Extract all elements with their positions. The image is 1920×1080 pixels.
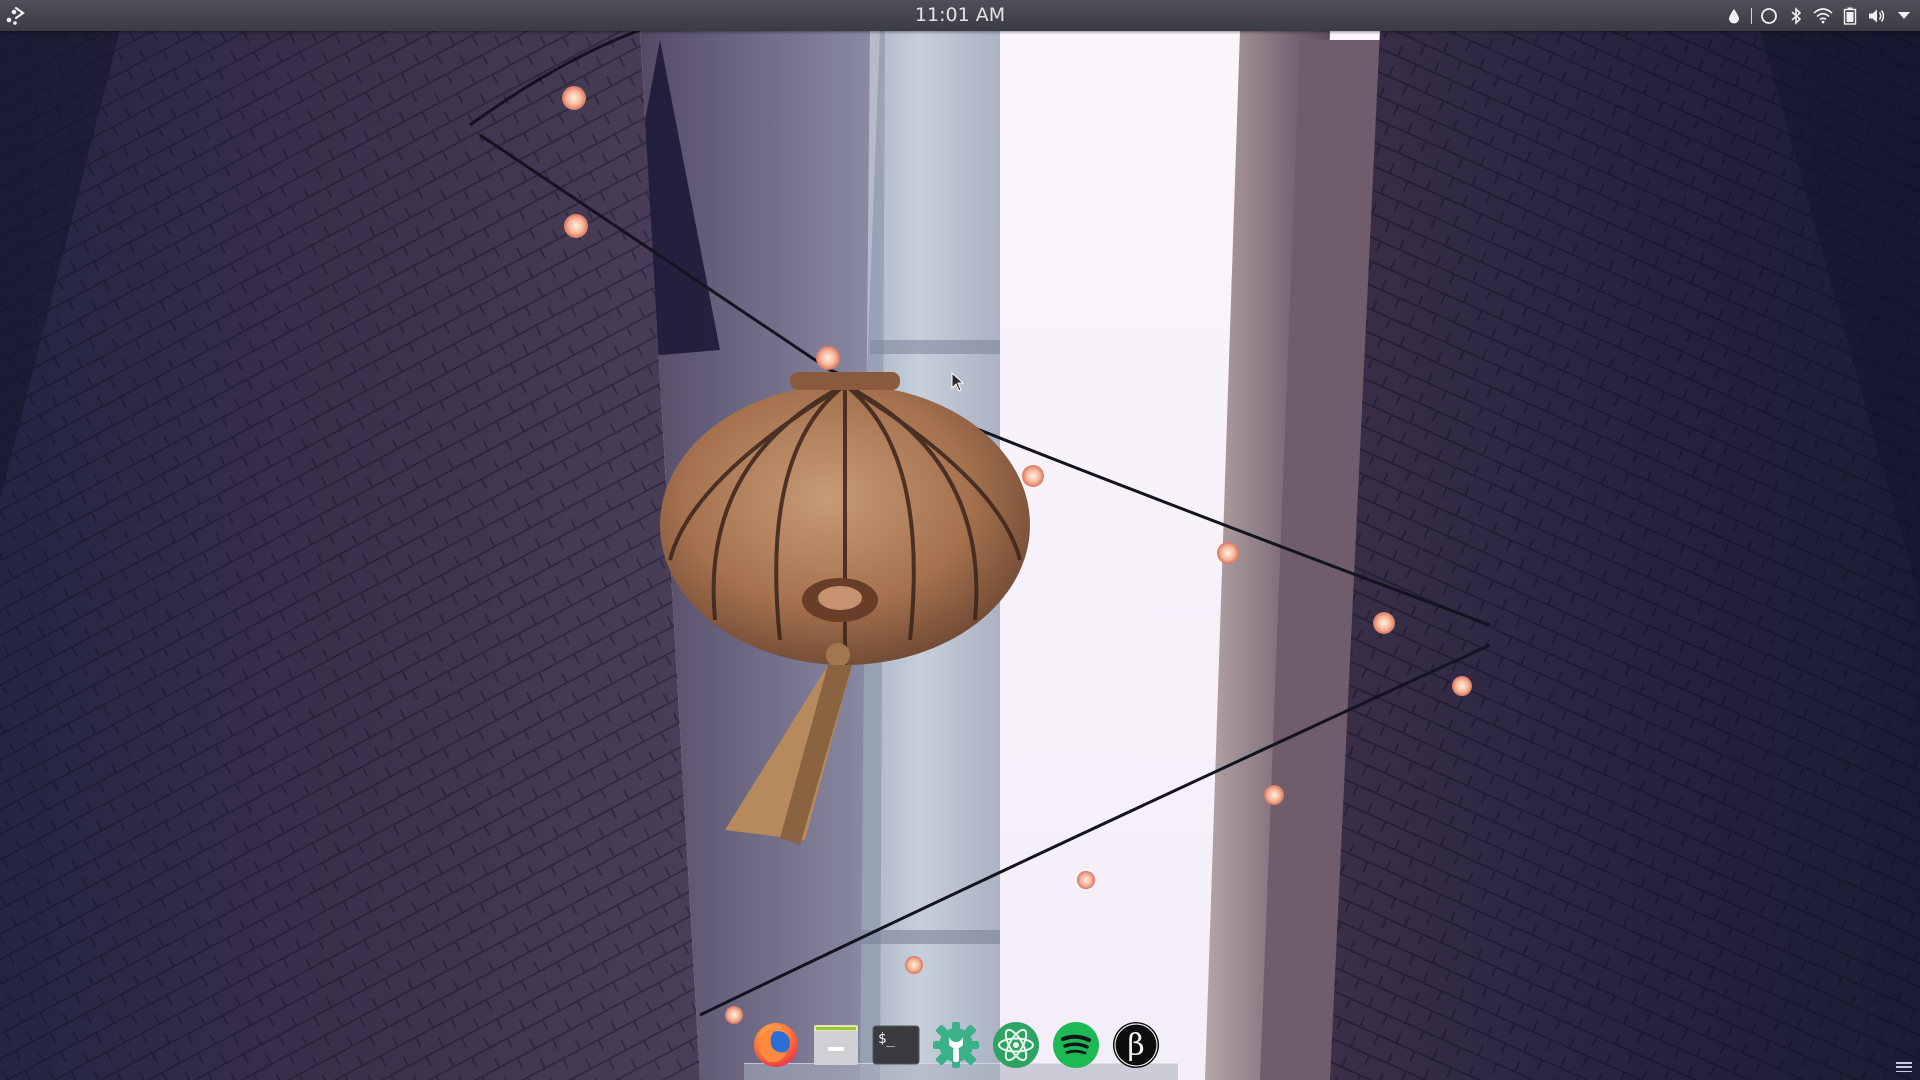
svg-text:$_: $_ bbox=[878, 1031, 895, 1047]
file-manager-icon bbox=[814, 1025, 858, 1065]
bluetooth-icon[interactable] bbox=[1786, 6, 1806, 26]
dock-item-terminal[interactable]: $_ bbox=[870, 1019, 922, 1071]
volume-icon[interactable] bbox=[1867, 6, 1887, 26]
droplet-icon[interactable] bbox=[1724, 6, 1744, 26]
panel-clock[interactable]: 11:01 AM bbox=[860, 0, 1060, 31]
system-tray bbox=[1724, 0, 1914, 31]
dock-item-beta-app[interactable]: β bbox=[1110, 1019, 1162, 1071]
atom-icon bbox=[993, 1022, 1039, 1068]
firefox-icon bbox=[754, 1023, 798, 1067]
dock-item-files[interactable] bbox=[810, 1019, 862, 1071]
svg-text:β: β bbox=[1127, 1028, 1144, 1063]
tray-separator bbox=[1751, 7, 1752, 24]
dock-item-atom[interactable] bbox=[990, 1019, 1042, 1071]
application-launcher-button[interactable] bbox=[2, 2, 28, 28]
desktop-wallpaper bbox=[0, 0, 1920, 1080]
hamburger-menu-icon[interactable] bbox=[1896, 1060, 1912, 1074]
system-settings-icon bbox=[933, 1022, 979, 1068]
beta-icon: β bbox=[1113, 1022, 1159, 1068]
spotify-icon bbox=[1053, 1022, 1099, 1068]
top-panel: 11:01 AM bbox=[0, 0, 1920, 31]
battery-icon[interactable] bbox=[1840, 6, 1860, 26]
application-dock: $_ β bbox=[744, 1013, 1178, 1080]
terminal-icon: $_ bbox=[872, 1025, 920, 1065]
dock-item-system-settings[interactable] bbox=[930, 1019, 982, 1071]
dock-item-spotify[interactable] bbox=[1050, 1019, 1102, 1071]
circle-icon[interactable] bbox=[1759, 6, 1779, 26]
mouse-cursor-icon bbox=[951, 372, 965, 392]
dock-item-firefox[interactable] bbox=[750, 1019, 802, 1071]
wifi-icon[interactable] bbox=[1813, 6, 1833, 26]
launcher-icon bbox=[6, 6, 25, 25]
caret-down-icon[interactable] bbox=[1894, 6, 1914, 26]
